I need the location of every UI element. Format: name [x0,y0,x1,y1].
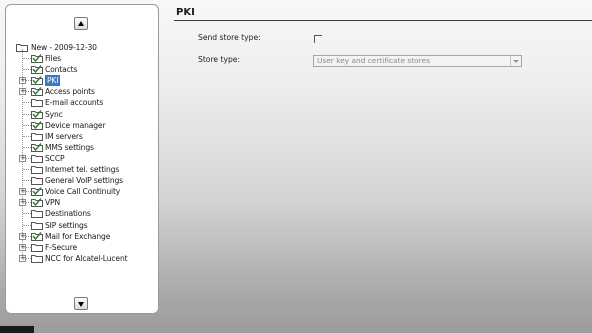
tree-item-label: MMS settings [45,142,94,152]
folder-checked-icon [31,198,43,208]
tree-connector [23,102,31,104]
tree-connector [23,146,31,148]
tree-root[interactable]: New - 2009-12-30 [6,42,158,53]
store-type-label: Store type: [198,55,241,64]
tree-item-label: Sync [45,109,63,119]
scroll-up-button[interactable] [74,17,88,30]
tree-connector [23,58,31,59]
folder-icon [31,132,43,141]
expand-icon[interactable]: + [19,232,26,240]
folder-icon [31,254,43,263]
folder-checked-icon [31,142,43,152]
tree-item-label: General VoIP settings [45,176,123,186]
expand-icon[interactable]: + [19,88,26,96]
tree-item-label: Device manager [45,120,106,130]
send-store-type-checkbox[interactable] [314,35,322,43]
expand-icon[interactable]: + [19,254,26,262]
folder-checked-icon [31,187,43,197]
tree-item-label: Voice Call Continuity [45,187,121,197]
expand-icon[interactable]: + [19,199,26,207]
tree-item[interactable]: SIP settings [6,220,158,231]
scroll-down-button[interactable] [74,297,88,310]
tree-item[interactable]: + Voice Call Continuity [6,186,158,197]
tree-item-label: IM servers [45,131,83,141]
tree-item[interactable]: General VoIP settings [6,175,158,186]
tree-connector [23,213,31,215]
expand-icon[interactable]: + [19,154,26,162]
tree-item[interactable]: Sync [6,109,158,120]
folder-checked-icon [31,109,43,119]
tree-item[interactable]: Files [6,53,158,64]
tree-item-label: SCCP [45,153,65,163]
folder-icon [31,165,43,174]
status-corner [0,326,34,333]
folder-checked-icon [31,120,43,130]
tree-item[interactable]: + Mail for Exchange [6,231,158,242]
tree-item[interactable]: + VPN [6,197,158,208]
tree-item[interactable]: + F-Secure [6,242,158,253]
send-store-type-label: Send store type: [198,33,261,42]
tree-item-label: Internet tel. settings [45,165,120,174]
tree-connector [23,113,31,115]
expand-icon[interactable]: + [19,243,26,251]
tree-item-label: Contacts [45,65,78,75]
tree-item-label: Mail for Exchange [45,231,111,241]
tree-item[interactable]: + SCCP [6,153,158,164]
tree-item-label: PKI [45,75,61,87]
tree-item-label: E-mail accounts [45,98,104,108]
tree-item[interactable]: E-mail accounts [6,97,158,108]
tree-item[interactable]: Contacts [6,64,158,75]
page-title: PKI [176,7,195,18]
tree-item[interactable]: IM servers [6,131,158,142]
arrow-up-icon [78,21,84,26]
folder-icon [31,243,43,252]
tree-connector [23,69,31,71]
tree-item[interactable]: Destinations [6,208,158,219]
folder-icon [31,176,43,186]
tree-connector [23,124,31,126]
tree-item[interactable]: Device manager [6,120,158,131]
folder-icon [31,98,43,108]
tree-item-label: SIP settings [45,220,88,230]
folder-checked-icon [31,65,43,75]
title-divider [174,20,592,21]
tree-item-label: F-Secure [45,242,78,252]
tree-item-label: Files [45,54,61,63]
tree-connector [23,180,31,182]
folder-icon [31,209,43,219]
tree-panel: New - 2009-12-30 Files Contacts + PKI + Acces… [5,4,159,314]
arrow-down-icon [78,302,84,307]
tree-item[interactable]: Internet tel. settings [6,164,158,175]
folder-checked-icon [31,231,43,241]
tree-item[interactable]: + NCC for Alcatel-Lucent [6,253,158,264]
folder-checked-icon [31,54,43,63]
tree-connector [23,135,31,137]
tree-item-label: VPN [45,198,61,208]
folder-icon [31,221,43,230]
expand-icon[interactable]: + [19,188,26,196]
expand-icon[interactable]: + [19,77,26,85]
folder-icon [31,154,43,163]
tree-item[interactable]: + PKI [6,75,158,87]
tree-connector [23,169,31,170]
tree-item[interactable]: MMS settings [6,142,158,153]
tree-root-label: New - 2009-12-30 [31,43,97,52]
tree-item[interactable]: + Access points [6,86,158,97]
chevron-down-icon[interactable] [510,56,521,66]
store-type-value: User key and certificate stores [317,56,430,65]
tree-item-label: Access points [45,87,95,97]
tree-item-label: NCC for Alcatel-Lucent [45,253,128,263]
tree-connector [23,224,31,226]
store-type-select[interactable]: User key and certificate stores [313,55,522,67]
folder-checked-icon [31,76,43,86]
tree-item-label: Destinations [45,209,91,219]
folder-checked-icon [31,87,43,97]
